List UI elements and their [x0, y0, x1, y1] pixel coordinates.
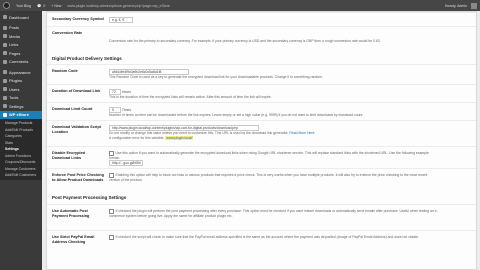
setting-label: Secondary Currency Symbol [52, 17, 104, 21]
setting-row-paypal-email: Use Strict PayPal Email Address Checking… [47, 230, 476, 269]
link-icon [3, 42, 7, 47]
setting-row-post-processing: Use Automatic Post Payment Processing If… [47, 204, 476, 230]
sidebar-item-dashboard[interactable]: Dashboard [0, 13, 42, 22]
duration-unit: Hours [121, 89, 131, 94]
sidebar-item-settings[interactable]: Settings [0, 102, 42, 111]
setting-description: Number of times an item can be downloade… [109, 113, 364, 117]
comments-count[interactable]: 💬 0 [37, 4, 45, 8]
example-url-input[interactable]: http://...goo.gl/b0fhl [109, 160, 143, 167]
dashboard-icon [3, 15, 7, 20]
sidebar-item-label: WP eStore [9, 112, 29, 118]
wordpress-logo-icon[interactable] [3, 2, 10, 9]
howdy-user[interactable]: Howdy, Admin [445, 4, 467, 8]
sidebar-item-label: Dashboard [9, 14, 29, 20]
comments-count-value: 0 [43, 3, 46, 8]
setting-row-encrypted: Disable Encrypted Download Links Use thi… [47, 146, 476, 168]
comment-icon: 💬 [37, 3, 42, 8]
setting-row-random-code: Random Code a5b1dfe4f9c0a9b2e6c0c5a8d1f8… [47, 64, 476, 84]
setting-row-download-limit: Download Limit Count 5 Times Number of ti… [47, 102, 476, 120]
site-name-link[interactable]: Your Blog [16, 4, 31, 8]
setting-description: This is the duration of time the encrypt… [109, 95, 272, 99]
secondary-currency-input[interactable]: e.g. £, € [109, 17, 133, 23]
setting-description: Use this option if you want to automatic… [109, 151, 429, 160]
cart-icon [3, 112, 7, 117]
page-icon [3, 51, 7, 56]
sidebar-item-appearance[interactable]: Appearance [0, 68, 42, 77]
sidebar-item-label: Posts [9, 25, 20, 31]
new-content-button[interactable]: + New [51, 4, 61, 8]
sidebar-item-label: Media [9, 33, 20, 39]
avatar[interactable] [471, 2, 477, 9]
setting-label: Duration of Download Link [52, 89, 101, 93]
sidebar-item-media[interactable]: Media [0, 32, 42, 41]
pin-icon [3, 25, 7, 30]
setting-label: Download Limit Count [52, 107, 93, 111]
setting-description: Enabling this option will help to block … [109, 173, 428, 182]
sidebar-item-label: Users [9, 86, 20, 92]
setting-label: Enforce Post Price Checking to Allow Pro… [52, 173, 104, 182]
user-icon [3, 87, 7, 92]
submenu-add-edit-customers[interactable]: Add/Edit Customers [0, 172, 42, 179]
sidebar-item-posts[interactable]: Posts [0, 24, 42, 33]
sidebar-item-label: Settings [9, 103, 24, 109]
sidebar-item-tools[interactable]: Tools [0, 94, 42, 103]
setting-row-validation-script: Download Validation Script Location http… [47, 120, 476, 146]
setting-row-price-check: Enforce Post Price Checking to Allow Pro… [47, 168, 476, 190]
sidebar-item-label: Tools [9, 95, 19, 101]
sidebar-item-label: Pages [9, 50, 21, 56]
section-heading-post-payment: Post Payment Processing Settings [52, 195, 127, 200]
estore-submenu: Manage Products Add/Edit Products Catego… [0, 119, 42, 180]
admin-sidebar: Dashboard Posts Media Links Pages Commen… [0, 11, 42, 270]
setting-label: Random Code [52, 69, 78, 73]
sidebar-item-label: Appearance [9, 69, 31, 75]
setting-label: Download Validation Script Location [52, 125, 101, 134]
section-heading-digital: Digital Product Delivery Settings [52, 56, 122, 61]
sidebar-item-links[interactable]: Links [0, 41, 42, 50]
setting-label: Use Automatic Post Payment Processing [52, 209, 90, 218]
sidebar-item-comments[interactable]: Comments [0, 58, 42, 67]
download-limit-unit: Times [121, 107, 131, 112]
brush-icon [3, 70, 7, 75]
setting-description: This Random Code is used as a key to gen… [109, 75, 323, 79]
setting-description: If checked the script will check to make… [115, 235, 419, 240]
read-more-link[interactable]: Read More Here [289, 131, 314, 135]
sidebar-item-label: Plugins [9, 78, 23, 84]
setting-label: Disable Encrypted Download Links [52, 151, 86, 160]
sidebar-item-wp-estore[interactable]: WP eStore [0, 110, 42, 119]
setting-row-secondary-currency: Secondary Currency Symbol e.g. £, € [47, 12, 476, 26]
paypal-email-checkbox[interactable] [109, 235, 114, 240]
sidebar-item-label: Links [9, 42, 19, 48]
setting-description: Conversion rate for the primary to secon… [109, 39, 381, 43]
comment-icon [3, 59, 7, 64]
plug-icon [3, 78, 7, 83]
setting-description: If checked the plugin will perform the p… [109, 209, 438, 218]
sidebar-item-plugins[interactable]: Plugins [0, 77, 42, 86]
setting-row-conversion-rate: Conversion Rate Conversion rate for the … [47, 26, 476, 50]
sidebar-item-label: Comments [9, 59, 29, 65]
settings-content: Secondary Currency Symbol e.g. £, € Conv… [46, 11, 477, 270]
admin-bar: Your Blog 💬 0 + New www.plugin.local/wp-a… [0, 0, 480, 11]
sidebar-item-users[interactable]: Users [0, 85, 42, 94]
settings-icon [3, 104, 7, 109]
sidebar-item-pages[interactable]: Pages [0, 49, 42, 58]
page-url: www.plugin.local/wp-admin/options-genera… [67, 3, 170, 8]
wrench-icon [3, 95, 7, 100]
highlighted-url: www.plugin.local/ [165, 135, 194, 140]
setting-description-2: A configuration error for this variable. [109, 135, 165, 140]
setting-description: Do not modify or change this value unles… [109, 131, 289, 135]
setting-row-duration: Duration of Download Link 72 Hours This i… [47, 84, 476, 102]
media-icon [3, 34, 7, 39]
setting-label: Use Strict PayPal Email Address Checking [52, 235, 95, 244]
setting-label: Conversion Rate [52, 31, 83, 35]
